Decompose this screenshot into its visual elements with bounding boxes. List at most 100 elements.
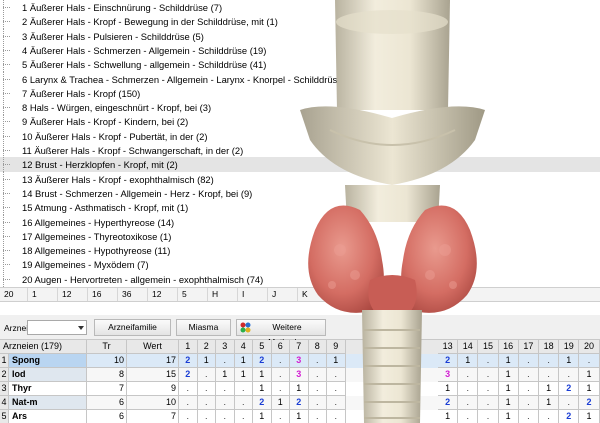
grade-cell[interactable]: 1	[498, 396, 519, 410]
grade-cell[interactable]: 2	[179, 354, 198, 368]
rubric-list[interactable]: 1 Äußerer Hals - Einschnürung - Schilddr…	[0, 0, 600, 287]
header-col[interactable]: 16	[498, 340, 519, 354]
remedy-name[interactable]: Ars	[9, 410, 87, 423]
grade-cell[interactable]: 1	[253, 382, 272, 396]
grade-cell[interactable]: .	[271, 354, 290, 368]
rubric-row[interactable]: 6 Larynx & Trachea - Schmerzen - Allgeme…	[0, 71, 600, 87]
header-col[interactable]: 8	[308, 340, 327, 354]
column-number[interactable]: 20	[0, 288, 28, 301]
header-col[interactable]: 7	[290, 340, 309, 354]
grade-cell[interactable]: .	[216, 396, 235, 410]
header-col[interactable]: 1	[179, 340, 198, 354]
grade-cell[interactable]: 2	[253, 354, 272, 368]
grade-cell[interactable]: .	[216, 354, 235, 368]
header-col[interactable]: 2	[197, 340, 216, 354]
grade-cell[interactable]: 2	[179, 368, 198, 382]
rubric-row[interactable]: 15 Atmung - Asthmatisch - Kropf, mit (1)	[0, 200, 600, 216]
more-methods-button[interactable]: Weitere Methoden	[236, 319, 326, 347]
grade-cell[interactable]: 1	[438, 382, 459, 396]
rubric-row[interactable]: 8 Hals - Würgen, eingeschnürt - Kropf, b…	[0, 100, 600, 116]
column-number[interactable]: K	[298, 288, 328, 301]
grade-cell[interactable]: 1	[579, 410, 600, 423]
grade-cell[interactable]: 1	[579, 368, 600, 382]
rubric-row[interactable]: 18 Allgemeines - Hypothyreose (11)	[0, 243, 600, 259]
grade-cell[interactable]: 2	[579, 396, 600, 410]
grade-cell[interactable]: .	[478, 410, 499, 423]
grade-cell[interactable]: .	[519, 410, 539, 423]
rubric-row[interactable]: 2 Äußerer Hals - Kropf - Bewegung in der…	[0, 14, 600, 30]
miasm-button[interactable]: Miasma	[176, 319, 231, 336]
remedy-row[interactable]: 2 Iod 8 15 2. 1 1 1. 3.. 3.. 1... 1	[0, 368, 600, 382]
remedy-row[interactable]: 1 Spong 10 17 2 1. 1 2. 3. 1 2 1. 1.. 1.	[0, 354, 600, 368]
rubric-row[interactable]: 9 Äußerer Hals - Kropf - Kindern, bei (2…	[0, 114, 600, 130]
header-remedies[interactable]: Arzneien (179)	[0, 340, 87, 354]
grade-cell[interactable]: .	[579, 354, 600, 368]
header-tr[interactable]: Tr	[87, 340, 127, 354]
grade-cell[interactable]: .	[308, 396, 327, 410]
grade-cell[interactable]: 1	[234, 354, 253, 368]
remedy-name[interactable]: Spong	[9, 354, 87, 368]
grade-cell[interactable]: .	[197, 382, 216, 396]
grade-cell[interactable]: .	[518, 354, 539, 368]
grade-cell[interactable]: 1	[438, 410, 459, 423]
grade-cell[interactable]: .	[478, 368, 499, 382]
grade-cell[interactable]: 2	[438, 354, 459, 368]
rubric-row[interactable]: 13 Äußerer Hals - Kropf - exophthalmisch…	[0, 171, 600, 187]
rubric-row[interactable]: 14 Brust - Schmerzen - Allgemein - Herz …	[0, 185, 600, 202]
header-wert[interactable]: Wert	[127, 340, 179, 354]
grade-cell[interactable]: .	[539, 354, 560, 368]
grade-cell[interactable]: 1	[539, 396, 560, 410]
grade-cell[interactable]: .	[327, 368, 346, 382]
rubric-row[interactable]: 3 Äußerer Hals - Pulsieren - Schilddrüse…	[0, 28, 600, 44]
remedy-name[interactable]: Thyr	[9, 382, 87, 396]
grade-cell[interactable]: .	[271, 368, 290, 382]
header-col[interactable]: 20	[579, 340, 600, 354]
grade-cell[interactable]: 1	[559, 354, 580, 368]
grade-cell[interactable]: 1	[234, 368, 253, 382]
grade-cell[interactable]: 1	[498, 354, 519, 368]
grade-cell[interactable]: 2	[253, 396, 272, 410]
header-col[interactable]: 14	[458, 340, 479, 354]
grade-cell[interactable]: .	[458, 382, 479, 396]
grade-cell[interactable]: .	[198, 410, 216, 423]
grade-cell[interactable]: .	[216, 410, 235, 423]
grade-cell[interactable]: 3	[290, 368, 309, 382]
grade-cell[interactable]: .	[518, 396, 539, 410]
rubric-row[interactable]: 7 Äußerer Hals - Kropf (150)	[0, 85, 600, 101]
header-col[interactable]: 6	[271, 340, 290, 354]
grade-cell[interactable]: .	[539, 368, 560, 382]
grade-cell[interactable]: .	[271, 382, 290, 396]
grade-cell[interactable]: .	[478, 396, 499, 410]
grade-cell[interactable]: 2	[438, 396, 459, 410]
grade-cell[interactable]: .	[234, 396, 253, 410]
grade-cell[interactable]: 1	[253, 368, 272, 382]
grade-cell[interactable]: .	[458, 396, 479, 410]
grade-cell[interactable]: .	[235, 410, 253, 423]
grade-cell[interactable]: .	[308, 354, 327, 368]
grade-cell[interactable]: 1	[499, 410, 519, 423]
rubric-row[interactable]: 17 Allgemeines - Thyreotoxikose (1)	[0, 228, 600, 244]
grade-cell[interactable]: .	[518, 382, 539, 396]
grade-cell[interactable]: 1	[327, 354, 346, 368]
header-col[interactable]: 9	[327, 340, 346, 354]
grade-cell[interactable]: 1	[458, 354, 479, 368]
grade-cell[interactable]: .	[559, 368, 580, 382]
grade-cell[interactable]: 1	[271, 396, 290, 410]
grade-cell[interactable]: .	[179, 396, 198, 410]
column-number[interactable]: 36	[118, 288, 148, 301]
grade-cell[interactable]: 2	[559, 410, 580, 423]
grade-cell[interactable]: .	[559, 396, 580, 410]
header-col[interactable]: 17	[518, 340, 539, 354]
column-number[interactable]: 12	[148, 288, 178, 301]
header-col[interactable]: 18	[539, 340, 560, 354]
remedy-select[interactable]	[27, 320, 87, 335]
column-number[interactable]: I	[238, 288, 268, 301]
grade-cell[interactable]: 1	[197, 354, 216, 368]
header-col[interactable]: 13	[438, 340, 459, 354]
header-col[interactable]: 4	[234, 340, 253, 354]
grade-cell[interactable]: .	[308, 382, 327, 396]
remedy-row[interactable]: 4 Nat-m 6 10.... 2 1 2.. 2.. 1. 1. 2	[0, 396, 600, 410]
grade-cell[interactable]: .	[458, 368, 479, 382]
column-number[interactable]: 12	[58, 288, 88, 301]
rubric-row[interactable]: 19 Allgemeines - Myxödem (7)	[0, 257, 600, 273]
